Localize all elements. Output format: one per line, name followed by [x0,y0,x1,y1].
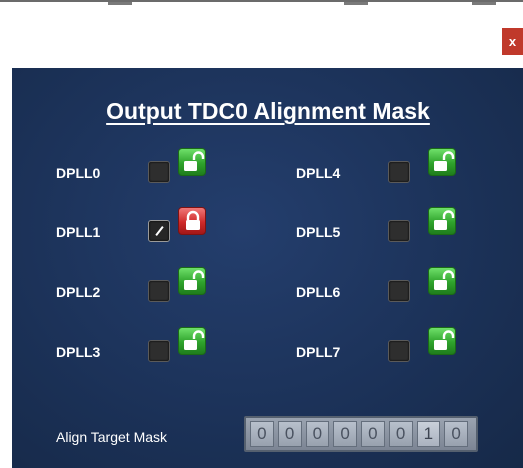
unlocked-padlock-icon [434,270,455,290]
unlocked-padlock-icon [434,330,455,350]
unlocked-padlock-icon [184,151,205,171]
dpll2-label: DPLL2 [56,284,101,300]
mask-bit[interactable]: 1 [416,421,441,447]
dpll0-lock-button[interactable] [178,148,206,176]
unlocked-padlock-icon [434,210,455,230]
mask-bit[interactable]: 0 [333,421,357,447]
dpll4-checkbox[interactable] [388,161,410,183]
top-strip-mark [344,2,368,5]
dpll6-lock-button[interactable] [428,267,456,295]
panel-title: Output TDC0 Alignment Mask [106,98,430,124]
dpll1-label: DPLL1 [56,224,101,240]
unlocked-padlock-icon [184,270,205,290]
dpll0-checkbox[interactable] [148,161,170,183]
mask-bit[interactable]: 0 [305,421,330,447]
dpll3-lock-button[interactable] [178,327,206,355]
mask-bit[interactable]: 0 [444,421,468,447]
dpll6-label: DPLL6 [296,284,341,300]
align-target-mask-label: Align Target Mask [56,429,168,445]
unlocked-padlock-icon [434,151,455,171]
align-target-mask-field[interactable]: 0 0 0 0 0 0 1 0 [244,416,478,452]
mask-bit[interactable]: 0 [250,421,274,447]
dpll5-lock-button[interactable] [428,207,456,235]
window-top-strip [0,0,523,12]
dpll7-label: DPLL7 [296,344,341,360]
dpll4-label: DPLL4 [296,165,341,181]
dpll5-label: DPLL5 [296,224,341,240]
alignment-mask-panel: Output TDC0 Alignment Mask DPLL0 DPLL1 D… [12,68,523,468]
mask-bit[interactable]: 0 [277,421,302,447]
unlocked-padlock-icon [184,330,205,350]
dpll4-lock-button[interactable] [428,148,456,176]
dpll6-checkbox[interactable] [388,280,410,302]
dpll0-label: DPLL0 [56,165,101,181]
mask-bit[interactable]: 0 [388,421,413,447]
dpll5-checkbox[interactable] [388,220,410,242]
mask-bit[interactable]: 0 [361,421,385,447]
locked-padlock-icon [186,210,200,230]
dpll2-checkbox[interactable] [148,280,170,302]
dpll1-lock-button[interactable] [178,207,206,235]
dpll7-lock-button[interactable] [428,327,456,355]
dpll3-label: DPLL3 [56,344,101,360]
top-strip-mark [472,2,496,5]
dpll7-checkbox[interactable] [388,340,410,362]
dpll3-checkbox[interactable] [148,340,170,362]
dpll1-checkbox[interactable] [148,220,170,242]
top-strip-mark [108,2,132,5]
dpll2-lock-button[interactable] [178,267,206,295]
close-button[interactable]: x [502,28,523,55]
